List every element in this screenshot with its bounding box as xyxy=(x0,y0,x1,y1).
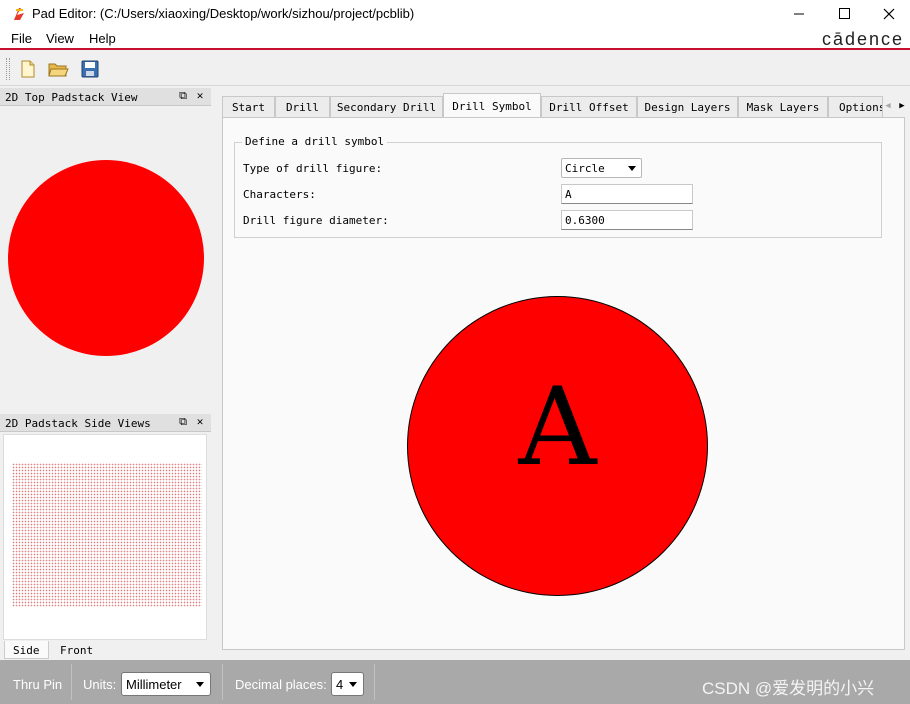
window-title: Pad Editor: (C:/Users/xiaoxing/Desktop/w… xyxy=(32,6,415,21)
chevron-down-icon xyxy=(196,682,204,687)
drill-figure-type-select[interactable]: Circle xyxy=(561,158,642,178)
side-views-title-text: 2D Padstack Side Views xyxy=(5,417,151,430)
tab-bar: Start Drill Secondary Drill Drill Symbol… xyxy=(222,93,910,118)
top-padstack-view xyxy=(0,106,213,408)
toolbar-grip[interactable] xyxy=(6,58,10,80)
menu-help[interactable]: Help xyxy=(89,31,116,46)
close-panel-icon[interactable]: ✕ xyxy=(194,90,206,102)
minimize-icon xyxy=(794,13,804,15)
new-file-icon xyxy=(21,60,35,78)
side-views-panel-title: 2D Padstack Side Views ⧉ ✕ xyxy=(0,414,211,432)
tab-secondary-drill[interactable]: Secondary Drill xyxy=(330,96,443,117)
status-separator xyxy=(222,664,223,700)
save-button[interactable] xyxy=(79,58,101,80)
cadence-logo: cādence xyxy=(821,29,904,49)
float-panel-icon[interactable]: ⧉ xyxy=(177,416,189,428)
pin-type-label: Thru Pin xyxy=(13,677,63,692)
float-panel-icon[interactable]: ⧉ xyxy=(177,90,189,102)
characters-input[interactable]: A xyxy=(561,184,693,204)
tab-start[interactable]: Start xyxy=(222,96,275,117)
characters-label: Characters: xyxy=(243,188,316,201)
pad-editor-app-icon xyxy=(14,8,24,20)
close-icon xyxy=(883,8,895,20)
drill-figure-diameter-input[interactable]: 0.6300 xyxy=(561,210,693,230)
toolbar xyxy=(0,52,910,86)
close-window-button[interactable] xyxy=(866,0,910,28)
decimal-places-value: 4 xyxy=(336,677,344,692)
units-select[interactable]: Millimeter xyxy=(121,672,211,696)
close-panel-icon[interactable]: ✕ xyxy=(194,416,206,428)
drill-symbol-preview-character: A xyxy=(518,365,597,490)
side-view-canvas xyxy=(3,434,207,640)
group-title: Define a drill symbol xyxy=(242,135,388,148)
drill-figure-diameter-label: Drill figure diameter: xyxy=(243,214,389,227)
new-file-button[interactable] xyxy=(17,58,39,80)
front-tab[interactable]: Front xyxy=(52,641,101,659)
chevron-down-icon xyxy=(628,166,636,171)
units-value: Millimeter xyxy=(126,677,182,692)
top-view-pad xyxy=(8,160,204,356)
tab-scroll-left-icon[interactable]: ◀ xyxy=(882,97,894,115)
drill-symbol-panel: Define a drill symbol Type of drill figu… xyxy=(222,117,905,650)
maximize-button[interactable] xyxy=(821,0,867,28)
minimize-button[interactable] xyxy=(776,0,822,28)
drill-figure-type-value: Circle xyxy=(565,162,605,175)
drill-symbol-preview: A xyxy=(407,296,708,596)
status-separator xyxy=(71,664,72,700)
tab-options[interactable]: Options xyxy=(828,96,883,117)
drill-symbol-group: Define a drill symbol Type of drill figu… xyxy=(234,135,882,238)
side-tab[interactable]: Side xyxy=(4,641,49,659)
menu-file[interactable]: File xyxy=(11,31,32,46)
open-folder-icon xyxy=(48,63,69,77)
side-padstack-view: Side Front xyxy=(0,432,213,659)
drill-figure-type-label: Type of drill figure: xyxy=(243,162,383,175)
save-disk-icon xyxy=(81,60,99,78)
tab-drill[interactable]: Drill xyxy=(275,96,330,117)
decimal-places-select[interactable]: 4 xyxy=(331,672,364,696)
title-bar: Pad Editor: (C:/Users/xiaoxing/Desktop/w… xyxy=(0,0,910,28)
tab-mask-layers[interactable]: Mask Layers xyxy=(738,96,828,117)
open-button[interactable] xyxy=(47,58,69,80)
chevron-down-icon xyxy=(349,682,357,687)
units-label: Units: xyxy=(83,677,117,692)
tab-drill-symbol[interactable]: Drill Symbol xyxy=(443,93,541,118)
tab-scroll-right-icon[interactable]: ▶ xyxy=(896,97,908,115)
status-separator xyxy=(374,664,375,700)
maximize-icon xyxy=(839,8,850,19)
status-bar: Thru Pin Units: Millimeter Decimal place… xyxy=(0,660,910,704)
decimal-places-label: Decimal places: xyxy=(235,677,327,692)
side-view-padstack-drawing xyxy=(12,463,202,607)
watermark: CSDN @爱发明的小兴 xyxy=(702,679,875,698)
top-view-canvas xyxy=(8,160,204,356)
tab-drill-offset[interactable]: Drill Offset xyxy=(541,96,637,117)
tab-design-layers[interactable]: Design Layers xyxy=(637,96,738,117)
menu-bar: File View Help cādence xyxy=(0,28,910,50)
menu-view[interactable]: View xyxy=(46,31,74,46)
top-view-title-text: 2D Top Padstack View xyxy=(5,91,138,104)
top-view-panel-title: 2D Top Padstack View ⧉ ✕ xyxy=(0,88,211,106)
